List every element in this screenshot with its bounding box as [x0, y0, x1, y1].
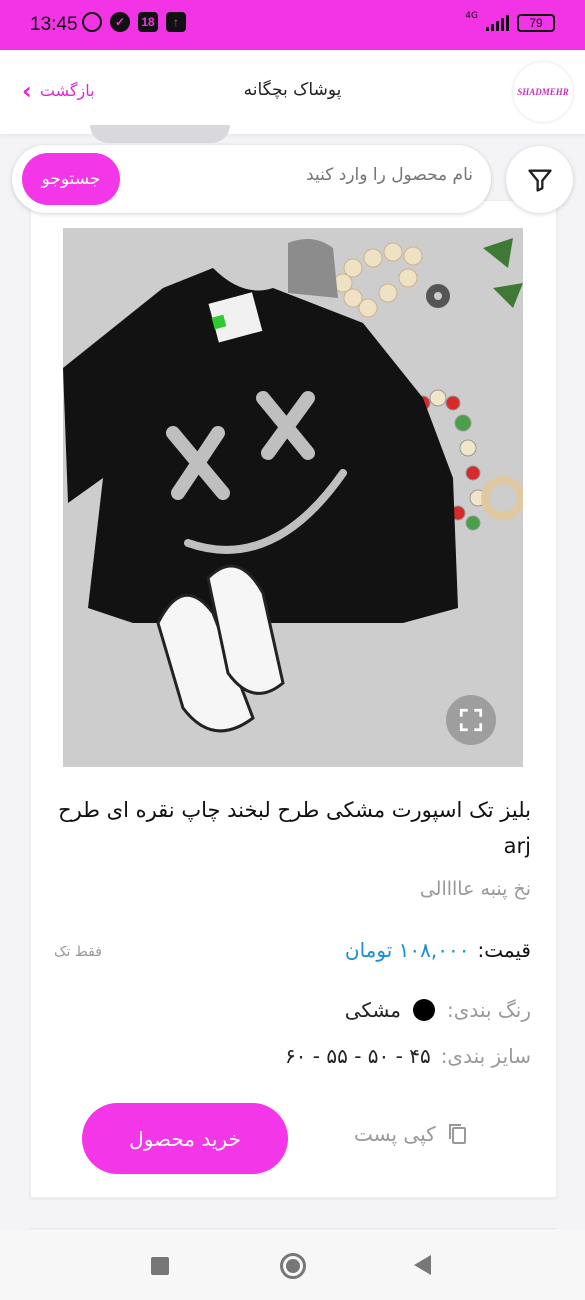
product-subtitle: نخ پنبه عاااالی: [419, 878, 531, 900]
back-button[interactable]: ‹ بازگشت: [22, 76, 95, 105]
home-button[interactable]: [280, 1253, 306, 1279]
single-only-note: فقط تک: [54, 944, 102, 960]
battery-indicator: 79: [517, 14, 555, 32]
scrolled-tab-remnant: [90, 125, 230, 143]
search-bar: جستوجو: [12, 145, 491, 213]
chevron-left-icon: ‹: [22, 76, 32, 105]
color-value: مشکی: [344, 998, 402, 1022]
search-button[interactable]: جستوجو: [22, 153, 120, 205]
filter-icon: [527, 169, 552, 192]
back-label: بازگشت: [39, 81, 95, 100]
price-row: قیمت: ۱۰۸,۰۰۰ تومان: [345, 938, 531, 962]
network-type: 4G: [465, 11, 478, 21]
buy-product-button[interactable]: خرید محصول: [82, 1103, 288, 1174]
price-label: قیمت:: [477, 938, 531, 962]
shield-check-icon: ✓: [110, 12, 130, 32]
filter-button[interactable]: [506, 146, 573, 213]
copy-post-label: کپی پست: [354, 1122, 436, 1146]
product-photo: [63, 228, 523, 767]
price-value: ۱۰۸,۰۰۰ تومان: [344, 938, 470, 962]
notification-badge: 18: [138, 12, 158, 32]
clock: 13:45: [30, 14, 78, 35]
copy-icon: [448, 1124, 466, 1144]
alarm-icon: [82, 12, 102, 32]
size-label: سایز بندی:: [440, 1044, 531, 1068]
system-back-button[interactable]: [414, 1255, 431, 1275]
color-swatch: [413, 999, 436, 1021]
signal-icon: [486, 15, 509, 31]
size-value: ۴۵ - ۵۰ - ۵۵ - ۶۰: [284, 1044, 431, 1068]
status-bar: 13:45 ✓ 18 ↑ 4G 79: [0, 0, 585, 50]
product-title: بلیز تک اسپورت مشکی طرح لبخند چاپ نقره ا…: [58, 798, 531, 858]
product-image[interactable]: [63, 228, 523, 767]
size-row: سایز بندی: ۴۵ - ۵۰ - ۵۵ - ۶۰: [285, 1044, 531, 1068]
fullscreen-icon: [459, 708, 483, 732]
search-input[interactable]: [173, 165, 473, 185]
fullscreen-button[interactable]: [446, 695, 496, 745]
copy-post-button[interactable]: کپی پست: [354, 1122, 468, 1146]
app-header: SHADMEHR پوشاک بچگانه ‹ بازگشت: [0, 50, 585, 134]
recents-button[interactable]: [151, 1257, 169, 1275]
upload-icon: ↑: [166, 12, 186, 32]
divider: [30, 1228, 557, 1229]
color-label: رنگ بندی:: [447, 998, 531, 1022]
system-nav-bar: [0, 1230, 585, 1300]
color-row: رنگ بندی: مشکی: [345, 998, 531, 1022]
